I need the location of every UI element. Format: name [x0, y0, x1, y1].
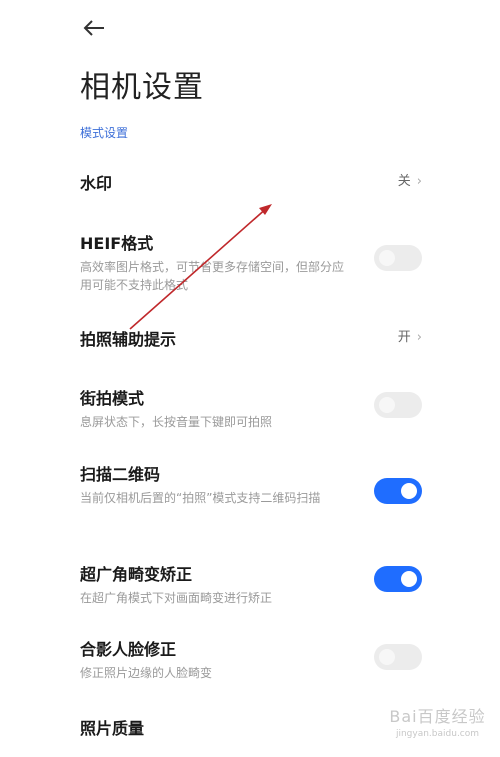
setting-description: 高效率图片格式，可节省更多存储空间，但部分应用可能不支持此格式 [80, 260, 345, 292]
setting-value: 开 › [397, 330, 422, 345]
setting-ultrawide-correction: 超广角畸变矫正 在超广角模式下对画面畸变进行矫正 [80, 561, 422, 607]
setting-label: HEIF格式 [80, 234, 154, 253]
setting-value: 关 › [397, 174, 422, 189]
baidu-jingyan-watermark: Bai百度经验 jingyan.baidu.com [389, 707, 486, 739]
page-title: 相机设置 [80, 70, 204, 105]
setting-photo-quality[interactable]: 照片质量 [80, 715, 422, 739]
setting-description: 在超广角模式下对画面畸变进行矫正 [80, 591, 273, 605]
setting-label: 水印 [80, 174, 113, 193]
setting-shooting-assist[interactable]: 拍照辅助提示 开 › [80, 326, 422, 350]
chevron-right-icon: › [416, 174, 422, 189]
setting-description: 修正照片边缘的人脸畸变 [80, 666, 213, 680]
setting-label: 扫描二维码 [80, 465, 161, 484]
chevron-right-icon: › [416, 330, 422, 345]
setting-label: 街拍模式 [80, 389, 145, 408]
setting-watermark[interactable]: 水印 关 › [80, 170, 422, 194]
setting-description: 当前仅相机后置的“拍照”模式支持二维码扫描 [80, 491, 321, 505]
back-arrow-icon[interactable] [80, 14, 108, 42]
setting-group-face: 合影人脸修正 修正照片边缘的人脸畸变 [80, 636, 422, 682]
scan-qr-toggle[interactable] [374, 478, 422, 504]
setting-scan-qr: 扫描二维码 当前仅相机后置的“拍照”模式支持二维码扫描 [80, 461, 422, 507]
setting-label: 拍照辅助提示 [80, 330, 177, 349]
setting-label: 照片质量 [80, 719, 145, 738]
heif-toggle[interactable] [374, 245, 422, 271]
setting-street-mode: 街拍模式 息屏状态下，长按音量下键即可拍照 [80, 385, 422, 431]
ultrawide-correction-toggle[interactable] [374, 566, 422, 592]
street-mode-toggle[interactable] [374, 392, 422, 418]
group-face-toggle[interactable] [374, 644, 422, 670]
setting-label: 合影人脸修正 [80, 640, 177, 659]
setting-description: 息屏状态下，长按音量下键即可拍照 [80, 415, 273, 429]
setting-heif: HEIF格式 高效率图片格式，可节省更多存储空间，但部分应用可能不支持此格式 [80, 230, 422, 294]
setting-label: 超广角畸变矫正 [80, 565, 193, 584]
section-header: 模式设置 [80, 126, 129, 140]
